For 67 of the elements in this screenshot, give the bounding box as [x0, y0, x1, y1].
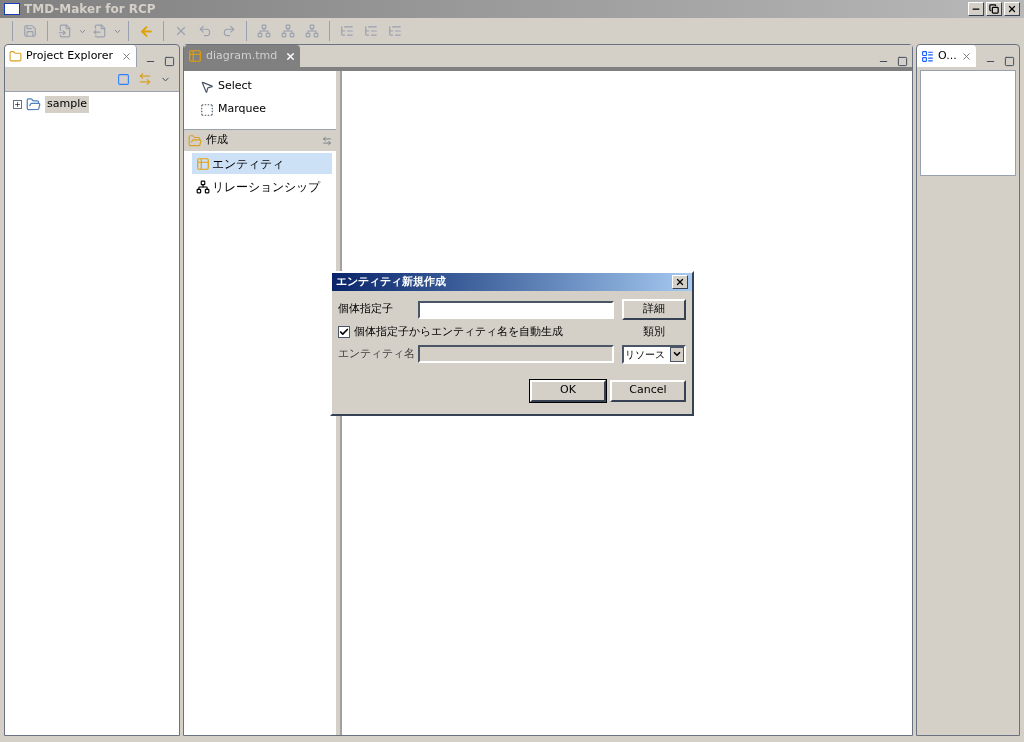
tool-label: Marquee — [218, 101, 267, 118]
folder-icon — [9, 49, 22, 63]
caret-icon — [672, 349, 682, 359]
drawer-header[interactable]: 作成 — [184, 129, 336, 151]
restore-icon — [989, 4, 999, 14]
palette-tool[interactable]: Marquee — [184, 98, 336, 121]
category-select[interactable]: リソース — [622, 344, 686, 364]
outline-icon — [921, 49, 934, 63]
boxes-icon — [305, 24, 319, 38]
close-button[interactable] — [672, 275, 688, 289]
boxes-icon — [364, 24, 378, 38]
close-icon — [675, 277, 685, 287]
palette-item[interactable]: リレーションシップ — [192, 176, 332, 197]
field-label: 個体指定子 — [338, 301, 394, 318]
marquee-icon — [200, 102, 214, 117]
boxes-icon — [257, 24, 271, 38]
relation-icon — [196, 179, 210, 194]
item-label: リレーションシップ — [212, 178, 320, 196]
link-icon[interactable] — [138, 72, 152, 86]
minimize-button[interactable] — [968, 2, 984, 16]
auto-generate-checkbox[interactable] — [338, 326, 350, 339]
identifier-field[interactable] — [418, 300, 614, 319]
ok-button[interactable]: OK — [530, 379, 606, 402]
item-label: エンティティ — [212, 155, 284, 173]
dialog-title: エンティティ新規作成 — [336, 273, 446, 290]
close-button[interactable] — [1004, 2, 1020, 16]
close-icon[interactable] — [120, 50, 132, 62]
entity-icon — [196, 156, 210, 171]
expand-toggle[interactable] — [13, 99, 22, 109]
boxes-icon — [281, 24, 295, 38]
window-icon — [4, 3, 20, 15]
redo-icon — [222, 24, 236, 38]
close-icon[interactable] — [285, 50, 297, 62]
diagram-icon — [188, 49, 202, 63]
file-import-icon — [58, 24, 72, 38]
field-label: エンティティ名 — [338, 345, 414, 362]
window-title: TMD-Maker for RCP — [24, 1, 156, 18]
pointer-icon — [200, 79, 214, 94]
drawer-label: 作成 — [206, 132, 228, 149]
folder-icon — [26, 96, 41, 112]
checkbox-label: 個体指定子からエンティティ名を自動生成 — [354, 324, 563, 340]
undo-icon — [198, 24, 212, 38]
maximize-icon[interactable] — [1004, 56, 1015, 67]
tab-label: Project Explorer — [26, 47, 113, 64]
tab-label: diagram.tmd — [206, 47, 278, 64]
collapse-all-icon[interactable] — [117, 72, 130, 86]
boxes-icon — [388, 24, 402, 38]
palette-tool[interactable]: Select — [184, 75, 336, 98]
tree-item[interactable]: sample — [45, 96, 89, 113]
cancel-button[interactable]: Cancel — [610, 379, 686, 402]
panel-tab[interactable]: Project Explorer — [5, 45, 137, 67]
delete-icon — [174, 24, 188, 38]
save-icon — [23, 24, 37, 38]
dropdown-button[interactable] — [670, 346, 684, 362]
tool-label: Select — [218, 78, 252, 95]
boxes-icon — [340, 24, 354, 38]
panel-tab[interactable]: O... — [917, 45, 976, 67]
restore-button[interactable] — [986, 2, 1002, 16]
file-export-icon — [93, 24, 107, 38]
close-icon[interactable] — [960, 50, 972, 62]
close-icon — [1007, 4, 1017, 14]
maximize-icon[interactable] — [164, 56, 175, 67]
palette-item[interactable]: エンティティ — [192, 153, 332, 174]
maximize-icon[interactable] — [897, 56, 908, 67]
tab-label: O... — [938, 47, 957, 64]
details-button[interactable]: 詳細 — [622, 299, 686, 320]
category-label: 類別 — [642, 324, 666, 340]
